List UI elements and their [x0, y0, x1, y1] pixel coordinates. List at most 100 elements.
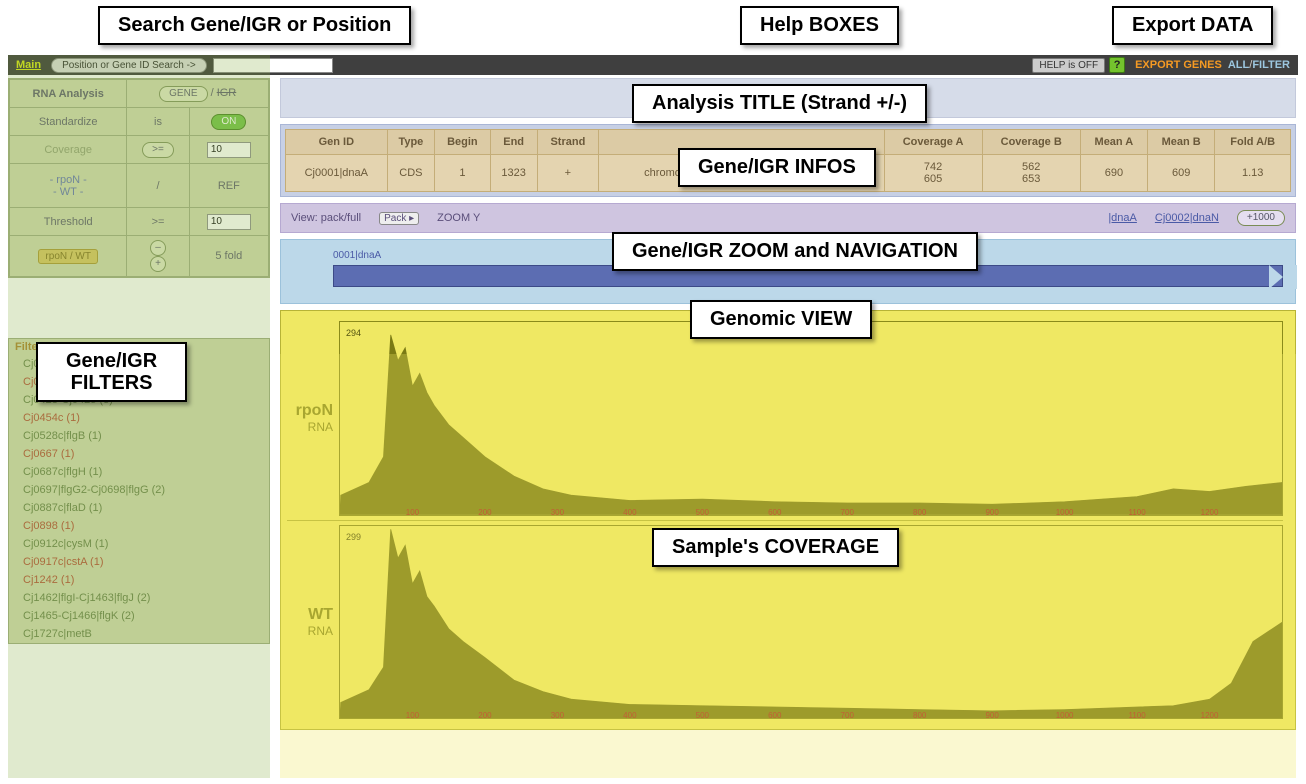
- ratio-pill[interactable]: rpoN / WT: [38, 249, 98, 264]
- axis-tick: 800: [913, 711, 926, 719]
- col-header: Coverage A: [884, 130, 982, 155]
- callout-search: Search Gene/IGR or Position: [98, 6, 411, 45]
- col-header: Type: [387, 130, 435, 155]
- filter-panel: RNA Analysis GENE / IGR Standardize is O…: [8, 78, 270, 278]
- list-item[interactable]: Cj1465-Cj1466|flgK (2): [9, 607, 269, 625]
- axis-tick: 1200: [1201, 508, 1219, 516]
- axis-tick: 1100: [1128, 508, 1145, 516]
- col-header: Mean A: [1080, 130, 1147, 155]
- topbar: Main Position or Gene ID Search -> HELP …: [8, 55, 1298, 75]
- callout-filters-l2: FILTERS: [66, 372, 157, 394]
- callout-export: Export DATA: [1112, 6, 1273, 45]
- ratio-plus-button[interactable]: +: [150, 256, 166, 272]
- zoom-label: ZOOM Y: [437, 212, 480, 224]
- coverage-op-pill[interactable]: >=: [142, 142, 174, 158]
- track-name: WT: [287, 606, 333, 624]
- track-rpon: rpoN RNA 294 100200300400500600700800900…: [287, 317, 1283, 520]
- zoom-nav-band: View: pack/full Pack ▸ ZOOM Y |dnaA Cj00…: [280, 203, 1296, 233]
- threshold-input[interactable]: [207, 214, 251, 230]
- axis-tick: 700: [841, 711, 854, 719]
- gene-pill[interactable]: GENE: [159, 86, 207, 102]
- list-item[interactable]: Cj0898 (1): [9, 517, 269, 535]
- help-toggle[interactable]: HELP is OFF: [1032, 58, 1105, 73]
- callout-help: Help BOXES: [740, 6, 899, 45]
- list-item[interactable]: Cj0887c|flaD (1): [9, 499, 269, 517]
- row-standardize-v: is: [127, 108, 189, 136]
- search-label-pill[interactable]: Position or Gene ID Search ->: [51, 58, 207, 73]
- col-header: Begin: [435, 130, 491, 155]
- list-item[interactable]: Cj0917c|cstA (1): [9, 553, 269, 571]
- track-sub: RNA: [287, 420, 333, 434]
- view-label: View: pack/full: [291, 212, 361, 224]
- export-filter-link[interactable]: FILTER: [1252, 59, 1290, 71]
- axis-tick: 900: [985, 711, 998, 719]
- gene-igr-toggle[interactable]: GENE / IGR: [127, 80, 269, 108]
- axis-tick: 500: [696, 508, 709, 516]
- callout-filters: Gene/IGR FILTERS: [36, 342, 187, 402]
- axis-tick: 800: [913, 508, 926, 516]
- row-samples-right: REF: [189, 164, 268, 208]
- axis-tick: 300: [551, 508, 564, 516]
- coverage-plot-rpon[interactable]: 294 100200300400500600700800900100011001…: [339, 321, 1283, 516]
- track-sub: RNA: [287, 624, 333, 638]
- ratio-value: 5 fold: [189, 236, 268, 277]
- axis-tick: 100: [406, 711, 419, 719]
- coverage-input[interactable]: [207, 142, 251, 158]
- axis-tick: 1000: [1056, 508, 1074, 516]
- callout-title: Analysis TITLE (Strand +/-): [632, 84, 927, 123]
- col-header: End: [490, 130, 537, 155]
- axis-tick: 1000: [1056, 711, 1074, 719]
- col-header: Strand: [537, 130, 599, 155]
- callout-infos: Gene/IGR INFOS: [678, 148, 876, 187]
- list-item[interactable]: Cj0667 (1): [9, 445, 269, 463]
- axis-tick: 600: [768, 508, 781, 516]
- list-item[interactable]: Cj0687c|flgH (1): [9, 463, 269, 481]
- row-coverage-k: Coverage: [10, 136, 127, 164]
- row-standardize-k: Standardize: [10, 108, 127, 136]
- axis-tick: 700: [841, 508, 854, 516]
- list-item[interactable]: Cj1242 (1): [9, 571, 269, 589]
- callout-gv: Genomic VIEW: [690, 300, 872, 339]
- standardize-on-pill[interactable]: ON: [211, 114, 246, 130]
- axis-tick: 500: [696, 711, 709, 719]
- track-name: rpoN: [287, 402, 333, 420]
- axis-tick: 1100: [1128, 711, 1145, 719]
- nav-link-prev[interactable]: |dnaA: [1108, 212, 1137, 224]
- col-header: Mean B: [1147, 130, 1215, 155]
- coverage-band: rpoN RNA 294 100200300400500600700800900…: [280, 310, 1296, 730]
- callout-zoom: Gene/IGR ZOOM and NAVIGATION: [612, 232, 978, 271]
- axis-tick: 400: [623, 711, 636, 719]
- col-header: Coverage B: [982, 130, 1080, 155]
- ratio-minus-button[interactable]: –: [150, 240, 166, 256]
- nav-plus1000-button[interactable]: +1000: [1237, 210, 1285, 226]
- filter-head: RNA Analysis: [10, 80, 127, 108]
- view-select[interactable]: Pack ▸: [379, 212, 419, 225]
- callout-filters-l1: Gene/IGR: [66, 350, 157, 372]
- axis-tick: 300: [551, 711, 564, 719]
- list-item[interactable]: Cj0454c (1): [9, 409, 269, 427]
- row-samples-left: - rpoN - - WT -: [10, 164, 127, 208]
- row-threshold-op: >=: [127, 208, 189, 236]
- axis-tick: 600: [768, 711, 781, 719]
- help-icon[interactable]: ?: [1109, 57, 1125, 73]
- list-item[interactable]: Cj0528c|flgB (1): [9, 427, 269, 445]
- list-item[interactable]: Cj1727c|metB: [9, 625, 269, 643]
- help-box: HELP is OFF ?: [1032, 57, 1135, 73]
- main-link[interactable]: Main: [8, 59, 49, 71]
- axis-tick: 100: [406, 508, 419, 516]
- col-header: Gen ID: [286, 130, 388, 155]
- axis-tick: 200: [478, 508, 491, 516]
- igr-pill[interactable]: IGR: [217, 87, 237, 99]
- nav-link-next[interactable]: Cj0002|dnaN: [1155, 212, 1219, 224]
- axis-tick: 1200: [1201, 711, 1219, 719]
- export-all-link[interactable]: ALL: [1228, 59, 1249, 71]
- list-item[interactable]: Cj1462|flgI-Cj1463|flgJ (2): [9, 589, 269, 607]
- callout-coverage: Sample's COVERAGE: [652, 528, 899, 567]
- axis-tick: 900: [985, 508, 998, 516]
- list-item[interactable]: Cj0912c|cysM (1): [9, 535, 269, 553]
- ratio-buttons: – +: [127, 236, 189, 277]
- col-header: Fold A/B: [1215, 130, 1291, 155]
- search-input[interactable]: [213, 58, 333, 73]
- row-samples-mid: /: [127, 164, 189, 208]
- list-item[interactable]: Cj0697|flgG2-Cj0698|flgG (2): [9, 481, 269, 499]
